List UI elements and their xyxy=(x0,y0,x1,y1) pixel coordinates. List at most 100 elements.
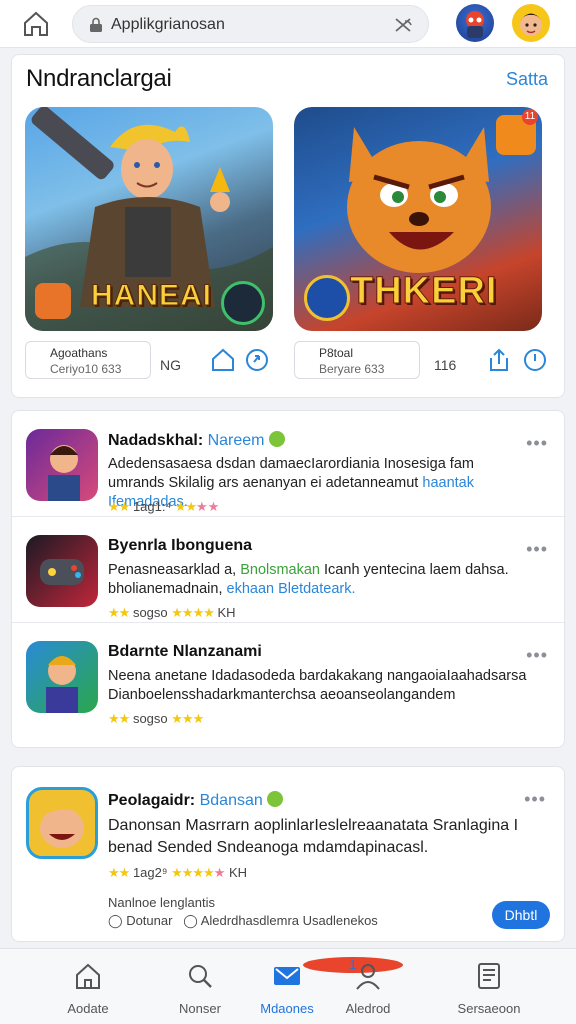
more-options-icon[interactable]: ••• xyxy=(526,539,548,560)
app-description: Danonsan Masrrarn aoplinlarIeslelreaanat… xyxy=(108,817,519,856)
description-text: Adedensasaesa dsdan damaecIarordiania In… xyxy=(108,456,474,491)
promo-actions: ◯ Dotunar ◯ Aledrdhasdlemra Usadlenekos xyxy=(108,913,378,929)
rating-text: sogso xyxy=(132,711,168,726)
notification-badge: 11 xyxy=(522,109,538,125)
app-description: Penasneasarklad a, Bnolsmakan Icanh yent… xyxy=(108,561,528,599)
related-link[interactable]: Aledrdhasdlemra Usadlenekos xyxy=(201,913,378,928)
nav-item-settings[interactable]: Sersaeoon xyxy=(439,949,539,1024)
nav-label: Aledrod xyxy=(345,1001,391,1016)
section-title: Nndranclargai xyxy=(26,65,172,92)
game-avatar[interactable] xyxy=(456,4,494,42)
person-icon xyxy=(356,964,380,990)
message-icon xyxy=(274,967,300,985)
lock-icon xyxy=(90,17,102,32)
app-name: Byenrla Ibonguena xyxy=(108,537,253,554)
game-count: 116 xyxy=(434,357,457,373)
nav-item-home[interactable]: Aodate xyxy=(38,949,138,1024)
promo-footnote: Nanlnoe lenglantis xyxy=(108,895,215,910)
app-list: Nadadskhal: Nareem Adedensasaesa dsdan d… xyxy=(11,410,566,748)
app-name-text: Peolagaidr: xyxy=(108,792,196,809)
rating-text: 1ag1:⁴ xyxy=(132,499,172,514)
info-icon[interactable] xyxy=(522,347,548,373)
top-bar: Applikgrianosan xyxy=(0,0,576,48)
user-face-icon xyxy=(520,13,542,36)
rating-star-partial: ★ xyxy=(213,865,226,880)
game-badge-right xyxy=(221,281,265,325)
game-art-title: THKERI xyxy=(349,270,498,313)
description-link[interactable]: Bnolsmakan xyxy=(240,562,320,578)
rating-stars: ★★ xyxy=(108,605,130,620)
rating-star-partial: ★★ xyxy=(196,499,220,514)
app-icon xyxy=(26,787,98,859)
app-name: Nadadskhal: Nareem xyxy=(108,431,285,450)
app-icon xyxy=(26,535,98,607)
rating-stars: ★★ xyxy=(108,711,130,726)
rating-extra: KH xyxy=(217,605,236,620)
app-description: Neena anetane Idadasodeda bardakakang na… xyxy=(108,668,527,703)
game-meta-sub: Ceriyo10 633 xyxy=(50,362,122,376)
rating-text: 1ag2⁹ xyxy=(132,865,168,880)
game-art-title: HANEAI xyxy=(90,279,213,313)
nav-label: Nonser xyxy=(179,1001,221,1016)
home-icon[interactable] xyxy=(20,8,52,40)
verified-icon xyxy=(267,791,284,807)
list-item[interactable]: Bdarnte Nlanzanami Neena anetane Idadaso… xyxy=(12,623,566,729)
promoted-app-card[interactable]: Peolagaidr: Bdansan Danonsan Masrrarn ao… xyxy=(11,766,565,942)
comment-link[interactable]: Dotunar xyxy=(126,913,172,928)
comment-icon[interactable]: ◯ xyxy=(108,913,123,928)
app-rating: ★★ sogso ★★★ xyxy=(108,711,204,727)
app-tag[interactable]: Nareem xyxy=(208,432,265,449)
featured-game-thumbnail[interactable]: HANEAI xyxy=(25,107,273,331)
game-info-box[interactable]: P8toal Beryare 633 xyxy=(294,341,420,379)
nav-label: Sersaeoon xyxy=(457,1001,521,1016)
see-all-link[interactable]: Satta xyxy=(506,69,548,90)
app-tag[interactable]: Bdansan xyxy=(200,792,263,809)
app-rating: ★★ sogso ★★★★ KH xyxy=(108,605,236,621)
game-info-box[interactable]: Agoathans Ceriyo10 633 xyxy=(25,341,151,379)
app-icon xyxy=(26,429,98,501)
featured-section: Nndranclargai Satta HANEAI 11 THKERI Ago… xyxy=(11,54,565,398)
rating-stars: ★★★ xyxy=(171,711,204,726)
more-options-icon[interactable]: ••• xyxy=(524,789,546,810)
app-icon xyxy=(26,641,98,713)
more-options-icon[interactable]: ••• xyxy=(526,433,548,454)
app-name: Peolagaidr: Bdansan xyxy=(108,791,284,810)
nav-label: Aodate xyxy=(67,1001,109,1016)
rating-stars: ★★★★ xyxy=(171,605,215,620)
verified-icon xyxy=(268,431,285,447)
bottom-navigation: Aodate Nonser 1 Mdaones Aledrod Sersaeoo… xyxy=(0,948,576,1024)
home-icon[interactable] xyxy=(210,347,236,373)
app-rating: ★★ 1ag1:⁴ ★★★★ xyxy=(108,499,219,515)
nav-item-profile[interactable]: Aledrod xyxy=(318,949,418,1024)
get-button[interactable]: Dhbtl xyxy=(492,901,550,929)
game-count: NG xyxy=(160,357,181,373)
document-icon xyxy=(478,963,500,989)
home-icon xyxy=(76,963,100,989)
robot-icon xyxy=(466,11,484,38)
app-name-text: Nadadskhal: xyxy=(108,432,204,449)
list-item[interactable]: Byenrla Ibonguena Penasneasarklad a, Bno… xyxy=(12,517,566,623)
share-icon[interactable] xyxy=(244,347,270,373)
clear-search-icon[interactable] xyxy=(392,14,414,36)
list-item[interactable]: Nadadskhal: Nareem Adedensasaesa dsdan d… xyxy=(12,411,566,517)
comment-icon[interactable]: ◯ xyxy=(183,913,198,928)
rating-stars: ★★ xyxy=(108,499,130,514)
search-icon xyxy=(189,965,212,988)
rating-extra: KH xyxy=(228,865,248,880)
nav-item-search[interactable]: Nonser xyxy=(150,949,250,1024)
game-logo-left xyxy=(304,275,350,321)
app-rating: ★★ 1ag2⁹ ★★★★★ KH xyxy=(108,865,247,881)
featured-game-thumbnail[interactable]: 11 THKERI xyxy=(294,107,542,331)
search-input[interactable]: Applikgrianosan xyxy=(111,16,225,34)
user-avatar[interactable] xyxy=(512,4,550,42)
search-bar[interactable]: Applikgrianosan xyxy=(72,5,429,43)
rating-stars: ★★ xyxy=(174,499,197,514)
game-meta-title: Agoathans xyxy=(50,346,108,360)
rating-stars: ★★ xyxy=(108,865,130,880)
description-link[interactable]: ekhaan Bletdateark. xyxy=(227,581,356,597)
app-name: Bdarnte Nlanzanami xyxy=(108,643,262,660)
more-options-icon[interactable]: ••• xyxy=(526,645,548,666)
game-meta-sub: Beryare 633 xyxy=(319,362,385,376)
game-meta-title: P8toal xyxy=(319,346,354,360)
upload-icon[interactable] xyxy=(486,347,512,373)
